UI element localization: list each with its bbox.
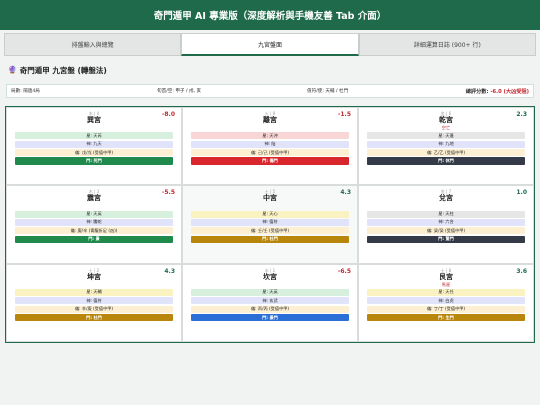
god-bar: 神: 白虎 xyxy=(367,297,525,305)
door-bar: 門: 驚門 xyxy=(367,235,525,243)
palace-score: 4.3 xyxy=(340,189,351,197)
stem-bar: 儀: 辛/庚 (受值中甲) xyxy=(15,305,173,313)
door-bar: 門: 杜門 xyxy=(15,313,173,322)
palace-name: 坤宮 xyxy=(87,272,101,281)
stem-bar: 儀: 丙/丙 (受值中甲) xyxy=(191,305,349,313)
god-bar: 神: 九天 xyxy=(15,140,173,148)
chart-info-bar: 局數: 陽遁4局 旬首/空: 甲子 / 戌, 亥 值符/使: 天輔 / 杜門 總… xyxy=(6,84,534,98)
palace-score: 2.3 xyxy=(516,111,527,118)
palace-spacer xyxy=(367,203,525,209)
door-bar: 門: 傷門 xyxy=(191,157,349,165)
palace-name: 兌宮 xyxy=(439,194,453,203)
door-bar: 門: 休門 xyxy=(367,157,525,165)
door-bar: 門: 死門 xyxy=(15,157,173,165)
palace-score: -6.5 xyxy=(337,267,351,275)
god-bar: 神: 六合 xyxy=(367,218,525,227)
tab-bar: 排盤輸入與總覽 九宮盤面 詳細運算日誌 (900+ 行) xyxy=(4,33,536,56)
palace-name: 坎宮 xyxy=(263,272,277,281)
door-bar: 門: 生門 xyxy=(367,313,525,322)
star-bar: 星: 天英 xyxy=(191,288,349,297)
palace-status-label: 馬星 xyxy=(441,281,451,287)
palace-spacer xyxy=(15,203,173,209)
star-bar: 星: 天任 xyxy=(367,288,525,297)
god-bar: 神: 值符 xyxy=(15,297,173,305)
star-bar: 星: 天蓬 xyxy=(367,132,525,140)
palace-score: 3.6 xyxy=(516,267,527,275)
palace-spacer xyxy=(191,282,349,288)
palace-name: 震宮 xyxy=(87,194,101,203)
door-bar: 門: 景 xyxy=(15,235,173,243)
palace-spacer xyxy=(15,282,173,288)
palace-cell: 木 | 3 震宮 -5.5 星: 天英 神: 騰蛇 儀: 庚/辛 (青龍折足 (凶)) 門:… xyxy=(6,185,182,264)
god-bar: 神: 陰 xyxy=(191,140,349,148)
stem-bar: 儀: 癸/癸 (受值中甲) xyxy=(367,227,525,235)
stem-bar: 儀: 乙/乙 (受值中甲) xyxy=(367,148,525,157)
god-bar: 神: 值符 xyxy=(191,218,349,227)
section-title-text: 奇門遁甲 九宮盤 (轉盤法) xyxy=(19,65,107,75)
palace-score: -1.5 xyxy=(337,111,351,118)
palace-cell: 土 | 5 中宮 4.3 星: 天心 神: 值符 儀: 壬/壬 (受值中甲) 門: 杜門 xyxy=(182,185,358,264)
palace-score: 4.3 xyxy=(164,267,175,275)
palace-cell: 土 | 8 艮宮 3.6 馬星 星: 天任 神: 白虎 儀: 丁/丁 (受值中甲) 門: 生門 xyxy=(358,263,534,342)
stem-bar: 儀: 庚/辛 (青龍折足 (凶)) xyxy=(15,227,173,235)
palace-score: 1.0 xyxy=(516,189,527,197)
crystal-ball-icon: 🔮 xyxy=(8,66,17,74)
stem-bar: 儀: 丁/丁 (受值中甲) xyxy=(367,305,525,313)
door-bar: 門: 景門 xyxy=(191,313,349,322)
palace-name: 巽宮 xyxy=(87,116,101,124)
stem-bar: 儀: 戊/戊 (受值中甲) xyxy=(15,148,173,157)
stem-bar: 儀: 己/己 (受值中甲) xyxy=(191,148,349,157)
stem-bar: 儀: 壬/壬 (受值中甲) xyxy=(191,227,349,235)
tab-input-overview[interactable]: 排盤輸入與總覽 xyxy=(4,33,182,56)
tab-nine-palace[interactable]: 九宮盤面 xyxy=(181,33,359,56)
god-bar: 神: 玄武 xyxy=(191,297,349,305)
palace-spacer xyxy=(15,125,173,131)
app-header: 奇門遁甲 AI 專業版（深度解析與手機友善 Tab 介面） xyxy=(0,0,540,30)
palace-cell: 水 | 1 坎宮 -6.5 星: 天英 神: 玄武 儀: 丙/丙 (受值中甲) 門: 景門 xyxy=(182,263,358,342)
palace-cell: 木 | 4 巽宮 -8.0 星: 天芮 神: 九天 儀: 戊/戊 (受值中甲) 門: 死門 xyxy=(6,107,182,186)
star-bar: 星: 天輔 xyxy=(15,288,173,297)
palace-name: 離宮 xyxy=(263,116,277,124)
palace-cell: 土 | 2 坤宮 4.3 星: 天輔 神: 值符 儀: 辛/庚 (受值中甲) 門: 杜門 xyxy=(6,263,182,342)
xun-shou: 旬首/空: 甲子 / 戌, 亥 xyxy=(157,89,202,94)
app-title: 奇門遁甲 AI 專業版（深度解析與手機友善 Tab 介面） xyxy=(153,11,387,22)
star-bar: 星: 天英 xyxy=(15,210,173,218)
palace-score: -5.5 xyxy=(161,189,175,197)
total-score-label: 總評分數: xyxy=(465,88,491,95)
palace-status-label: 空亡 xyxy=(441,125,451,130)
door-bar: 門: 杜門 xyxy=(191,235,349,243)
god-bar: 神: 九地 xyxy=(367,140,525,148)
total-score-value: -6.0 (大凶受阻) xyxy=(490,88,529,95)
star-bar: 星: 天芮 xyxy=(15,132,173,140)
ju-number: 局數: 陽遁4局 xyxy=(11,89,40,94)
total-score: 總評分數: -6.0 (大凶受阻) xyxy=(466,88,529,95)
palace-cell: 火 | 9 離宮 -1.5 星: 天沖 神: 陰儀: 己/己 (受值中甲) 門: 傷門 xyxy=(182,107,358,186)
star-bar: 星: 天心 xyxy=(191,210,349,218)
palace-score: -8.0 xyxy=(161,111,175,118)
tab-calculation-log[interactable]: 詳細運算日誌 (900+ 行) xyxy=(358,33,536,56)
zhi-fu-shi: 值符/使: 天輔 / 杜門 xyxy=(307,89,349,94)
palace-cell: 金 | 7 兌宮 1.0 星: 天柱 神: 六合 儀: 癸/癸 (受值中甲) 門: 驚門 xyxy=(358,185,534,264)
palace-name: 中宮 xyxy=(263,194,277,203)
palace-spacer xyxy=(191,203,349,209)
nine-palace-grid: 木 | 4 巽宮 -8.0 星: 天芮 神: 九天 儀: 戊/戊 (受值中甲) 門: 死門火… xyxy=(5,106,535,343)
palace-name: 艮宮 xyxy=(439,272,453,281)
palace-cell: 金 | 6 乾宮 2.3 空亡 星: 天蓬 神: 九地 儀: 乙/乙 (受值中甲) 門: 休門 xyxy=(358,107,534,186)
palace-name: 乾宮 xyxy=(439,116,453,124)
section-title: 🔮 奇門遁甲 九宮盤 (轉盤法) xyxy=(8,64,540,76)
star-bar: 星: 天沖 xyxy=(191,132,349,140)
palace-spacer xyxy=(191,125,349,131)
star-bar: 星: 天柱 xyxy=(367,210,525,218)
god-bar: 神: 騰蛇 xyxy=(15,218,173,227)
